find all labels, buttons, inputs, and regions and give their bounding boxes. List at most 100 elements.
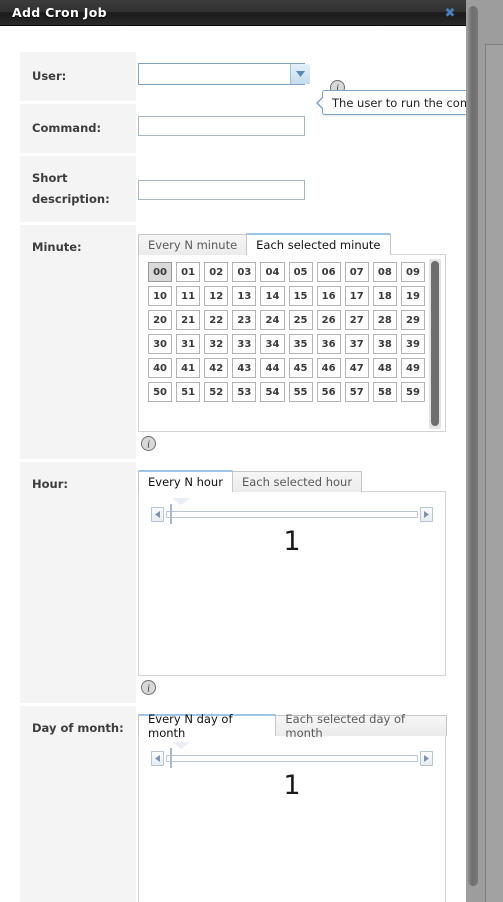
- minute-cell[interactable]: 14: [260, 286, 285, 306]
- command-input[interactable]: [138, 115, 305, 136]
- minute-cell[interactable]: 02: [204, 262, 229, 282]
- minute-cell[interactable]: 26: [316, 310, 341, 330]
- minute-cell[interactable]: 13: [232, 286, 257, 306]
- svg-text:i: i: [147, 683, 150, 694]
- day-of-month-slider-right-arrow-icon[interactable]: [420, 750, 433, 766]
- hour-slider-value: 1: [283, 526, 301, 557]
- minute-grid: 00 01 02 03 04 05 06 07 08 09 10 11 12 13 14 15 16 17 18 19…: [139, 255, 445, 409]
- minute-cell[interactable]: 37: [344, 334, 369, 354]
- minute-cell[interactable]: 50: [148, 382, 173, 402]
- minute-cell[interactable]: 33: [232, 334, 257, 354]
- minute-cell[interactable]: 16: [316, 286, 341, 306]
- day-of-month-slider-track[interactable]: [166, 742, 418, 768]
- minute-cell[interactable]: 10: [148, 286, 173, 306]
- minute-cell[interactable]: 55: [288, 382, 313, 402]
- minute-cell[interactable]: 48: [372, 358, 397, 378]
- hour-tabset: Every N hour Each selected hour 1: [138, 470, 446, 676]
- minute-grid-panel: 00 01 02 03 04 05 06 07 08 09 10 11 12 13 14 15 16 17 18 19…: [138, 254, 446, 432]
- tab-every-n-day-of-month[interactable]: Every N day of month: [138, 712, 277, 740]
- minute-cell[interactable]: 32: [204, 334, 229, 354]
- minute-cell[interactable]: 19: [400, 286, 425, 306]
- tab-every-n-hour[interactable]: Every N hour: [138, 470, 233, 492]
- minute-cell[interactable]: 01: [176, 262, 201, 282]
- minute-cell[interactable]: 31: [176, 334, 201, 354]
- minute-cell[interactable]: 38: [372, 334, 397, 354]
- page-scrollbar-thumb[interactable]: [468, 6, 478, 886]
- minute-cell[interactable]: 00: [148, 262, 173, 282]
- minute-cell[interactable]: 06: [316, 262, 341, 282]
- minute-cell[interactable]: 40: [148, 358, 173, 378]
- day-of-month-slider[interactable]: [139, 736, 445, 768]
- minute-cell[interactable]: 51: [176, 382, 201, 402]
- tab-every-n-minute[interactable]: Every N minute: [138, 234, 248, 255]
- minute-cell[interactable]: 08: [372, 262, 397, 282]
- day-of-month-tabs: Every N day of month Each selected day o…: [138, 712, 447, 740]
- minute-cell[interactable]: 03: [232, 262, 257, 282]
- form-row-hour: Hour: Every N hour Each selected hour 1 …: [20, 462, 446, 703]
- minute-cell[interactable]: 09: [400, 262, 425, 282]
- minute-grid-scrollbar[interactable]: [429, 259, 441, 429]
- tab-each-selected-minute[interactable]: Each selected minute: [246, 233, 391, 255]
- minute-cell[interactable]: 53: [232, 382, 257, 402]
- minute-cell[interactable]: 35: [288, 334, 313, 354]
- minute-tabs: Every N minute Each selected minute: [138, 233, 446, 255]
- chevron-down-icon[interactable]: [290, 63, 310, 84]
- minute-cell[interactable]: 23: [232, 310, 257, 330]
- minute-cell[interactable]: 34: [260, 334, 285, 354]
- minute-cell[interactable]: 54: [260, 382, 285, 402]
- minute-cell[interactable]: 20: [148, 310, 173, 330]
- minute-cell[interactable]: 42: [204, 358, 229, 378]
- hour-slider-right-arrow-icon[interactable]: [420, 506, 433, 522]
- minute-cell[interactable]: 05: [288, 262, 313, 282]
- day-of-month-slider-handle[interactable]: [170, 742, 190, 768]
- minute-cell[interactable]: 25: [288, 310, 313, 330]
- minute-cell[interactable]: 07: [344, 262, 369, 282]
- minute-cell[interactable]: 11: [176, 286, 201, 306]
- minute-cell[interactable]: 15: [288, 286, 313, 306]
- short-description-input[interactable]: [138, 180, 305, 200]
- hour-slider[interactable]: [139, 492, 445, 524]
- minute-cell[interactable]: 18: [372, 286, 397, 306]
- minute-cell[interactable]: 57: [344, 382, 369, 402]
- minute-grid-scrollbar-thumb[interactable]: [431, 261, 439, 426]
- close-icon[interactable]: ✖: [442, 5, 458, 21]
- minute-cell[interactable]: 27: [344, 310, 369, 330]
- minute-cell[interactable]: 29: [400, 310, 425, 330]
- user-combobox[interactable]: [138, 62, 310, 85]
- minute-cell[interactable]: 56: [316, 382, 341, 402]
- minute-cell[interactable]: 47: [344, 358, 369, 378]
- add-cron-job-dialog: Add Cron Job ✖ User: Command: Short desc…: [0, 0, 503, 902]
- minute-cell[interactable]: 36: [316, 334, 341, 354]
- command-label: Command:: [20, 104, 136, 153]
- tab-each-selected-hour[interactable]: Each selected hour: [231, 471, 363, 492]
- minute-cell[interactable]: 44: [260, 358, 285, 378]
- minute-cell[interactable]: 41: [176, 358, 201, 378]
- minute-cell[interactable]: 28: [372, 310, 397, 330]
- minute-cell[interactable]: 24: [260, 310, 285, 330]
- minute-cell[interactable]: 43: [232, 358, 257, 378]
- day-of-month-slider-left-arrow-icon[interactable]: [151, 750, 164, 766]
- hour-slider-track[interactable]: [166, 498, 418, 524]
- minute-cell[interactable]: 04: [260, 262, 285, 282]
- minute-cell[interactable]: 22: [204, 310, 229, 330]
- minute-cell[interactable]: 58: [372, 382, 397, 402]
- hour-slider-handle[interactable]: [170, 498, 190, 524]
- minute-cell[interactable]: 12: [204, 286, 229, 306]
- hour-slider-left-arrow-icon[interactable]: [151, 506, 164, 522]
- minute-cell[interactable]: 17: [344, 286, 369, 306]
- minute-cell[interactable]: 21: [176, 310, 201, 330]
- minute-cell[interactable]: 52: [204, 382, 229, 402]
- page-vertical-scrollbar[interactable]: [466, 0, 480, 902]
- tab-each-selected-day-of-month[interactable]: Each selected day of month: [275, 712, 447, 740]
- user-input[interactable]: [139, 63, 290, 84]
- hour-label: Hour:: [20, 462, 136, 703]
- minute-cell[interactable]: 45: [288, 358, 313, 378]
- minute-cell[interactable]: 39: [400, 334, 425, 354]
- minute-cell[interactable]: 46: [316, 358, 341, 378]
- minute-cell[interactable]: 49: [400, 358, 425, 378]
- day-of-month-field-cell: Every N day of month Each selected day o…: [136, 706, 447, 902]
- minute-info-icon[interactable]: i: [141, 436, 156, 451]
- minute-cell[interactable]: 30: [148, 334, 173, 354]
- hour-info-icon[interactable]: i: [141, 680, 156, 695]
- minute-cell[interactable]: 59: [400, 382, 425, 402]
